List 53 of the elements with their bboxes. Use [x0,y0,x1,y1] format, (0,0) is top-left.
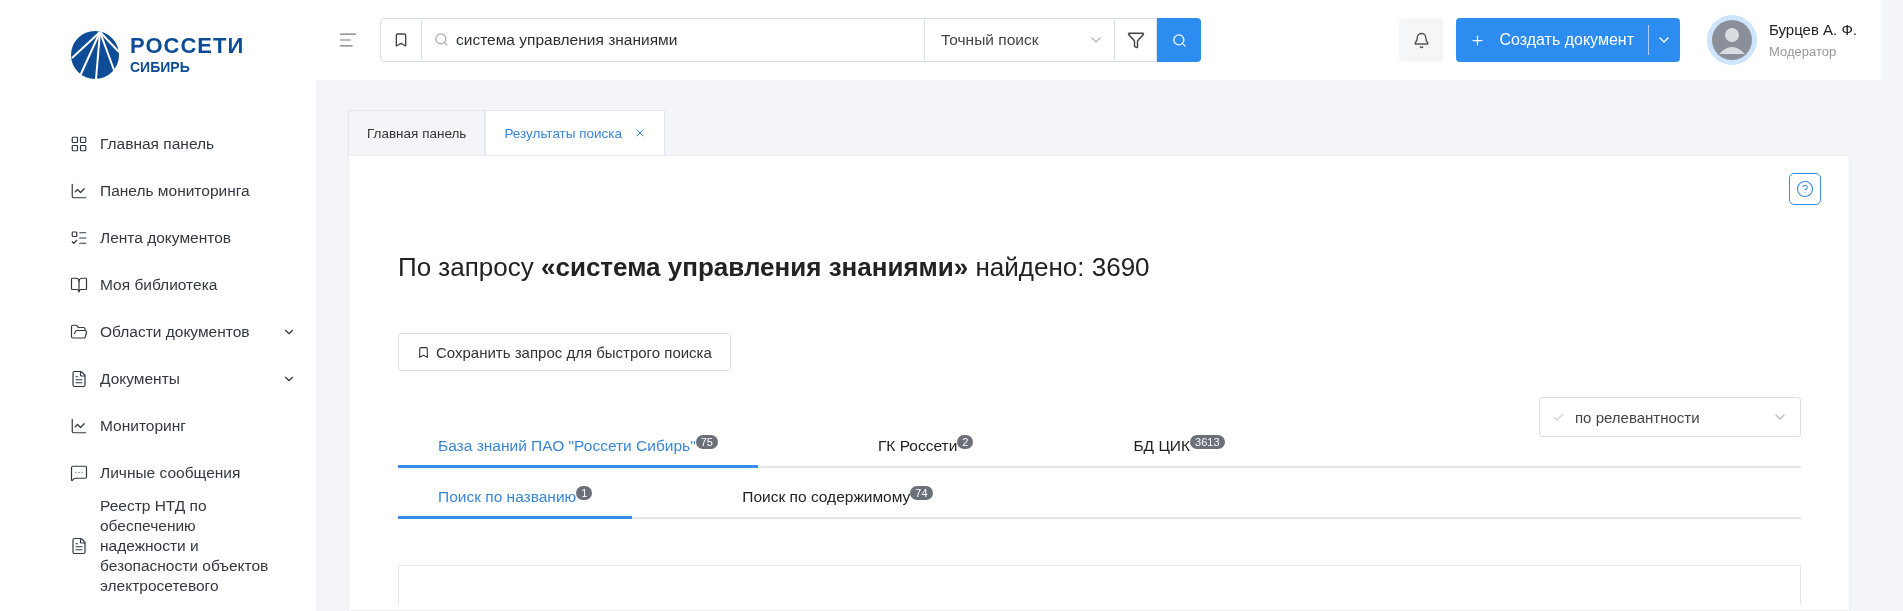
search-type-tab[interactable]: Поиск по названию 1 [398,488,633,519]
line-chart-icon [70,416,88,435]
bookmark-icon [393,32,409,48]
grid-icon [70,134,88,153]
nav-item[interactable]: Документы [70,355,296,402]
notifications-button[interactable] [1399,18,1444,62]
source-tab[interactable]: ГК Россети 2 [837,437,1014,468]
count-badge: 3613 [1190,435,1225,449]
avatar[interactable] [1707,15,1757,65]
logo-icon [70,30,120,80]
user-role: Модератор [1769,44,1838,59]
filter-icon [1126,31,1145,49]
search-type-tab[interactable]: Поиск по содержимому 74 [702,488,973,519]
user-name: Бурцев А. Ф. [1769,21,1857,38]
page-tab[interactable]: Главная панель [348,110,486,155]
document-icon [70,369,88,388]
logo-region: СИБИРЬ [130,58,191,76]
page-tab[interactable]: Результаты поиска [485,110,666,155]
filter-button[interactable] [1115,18,1157,62]
bell-icon [1412,31,1430,49]
folder-icon [70,322,88,341]
help-icon [1796,180,1814,198]
chat-icon [70,463,88,482]
count-badge: 74 [910,486,933,500]
source-tab[interactable]: БД ЦИК 3613 [1093,437,1265,468]
search-field[interactable]: система управления знаниями [422,18,925,62]
bookmark-button[interactable] [380,18,422,62]
logo-name: РОССЕТИ [130,34,245,58]
book-icon [70,275,88,294]
bookmark-icon [417,345,430,359]
source-tab[interactable]: База знаний ПАО "Россети Сибирь" 75 [398,437,758,468]
count-badge: 1 [576,486,593,500]
plus-icon [1470,32,1486,48]
nav-item[interactable]: Лента документов [70,214,296,261]
line-chart-icon [70,181,88,200]
help-button[interactable] [1789,173,1821,205]
nav-item[interactable]: Реестр НТД по обеспечению надежности и безопасности объектов электросетевого [70,496,296,596]
search-icon [434,32,449,47]
search-icon [1171,32,1187,48]
search-mode-select[interactable]: Точный поиск [925,18,1115,62]
nav-item[interactable]: Мониторинг [70,402,296,449]
results-heading: По запросу «система управления знаниями» найдено: 3690 [398,251,1151,283]
nav-item[interactable]: Главная панель [70,120,296,167]
count-badge: 2 [957,435,974,449]
nav-item[interactable]: Личные сообщения [70,449,296,496]
count-badge: 75 [695,435,718,449]
nav-item[interactable]: Области документов [70,308,296,355]
sort-select[interactable]: по релевантности [1539,397,1801,437]
list-icon [70,228,88,247]
save-query-button[interactable]: Сохранить запрос для быстрого поиска [398,333,731,371]
document-icon [70,537,88,555]
nav-item[interactable]: Панель мониторинга [70,167,296,214]
nav-item[interactable]: Моя библиотека [70,261,296,308]
